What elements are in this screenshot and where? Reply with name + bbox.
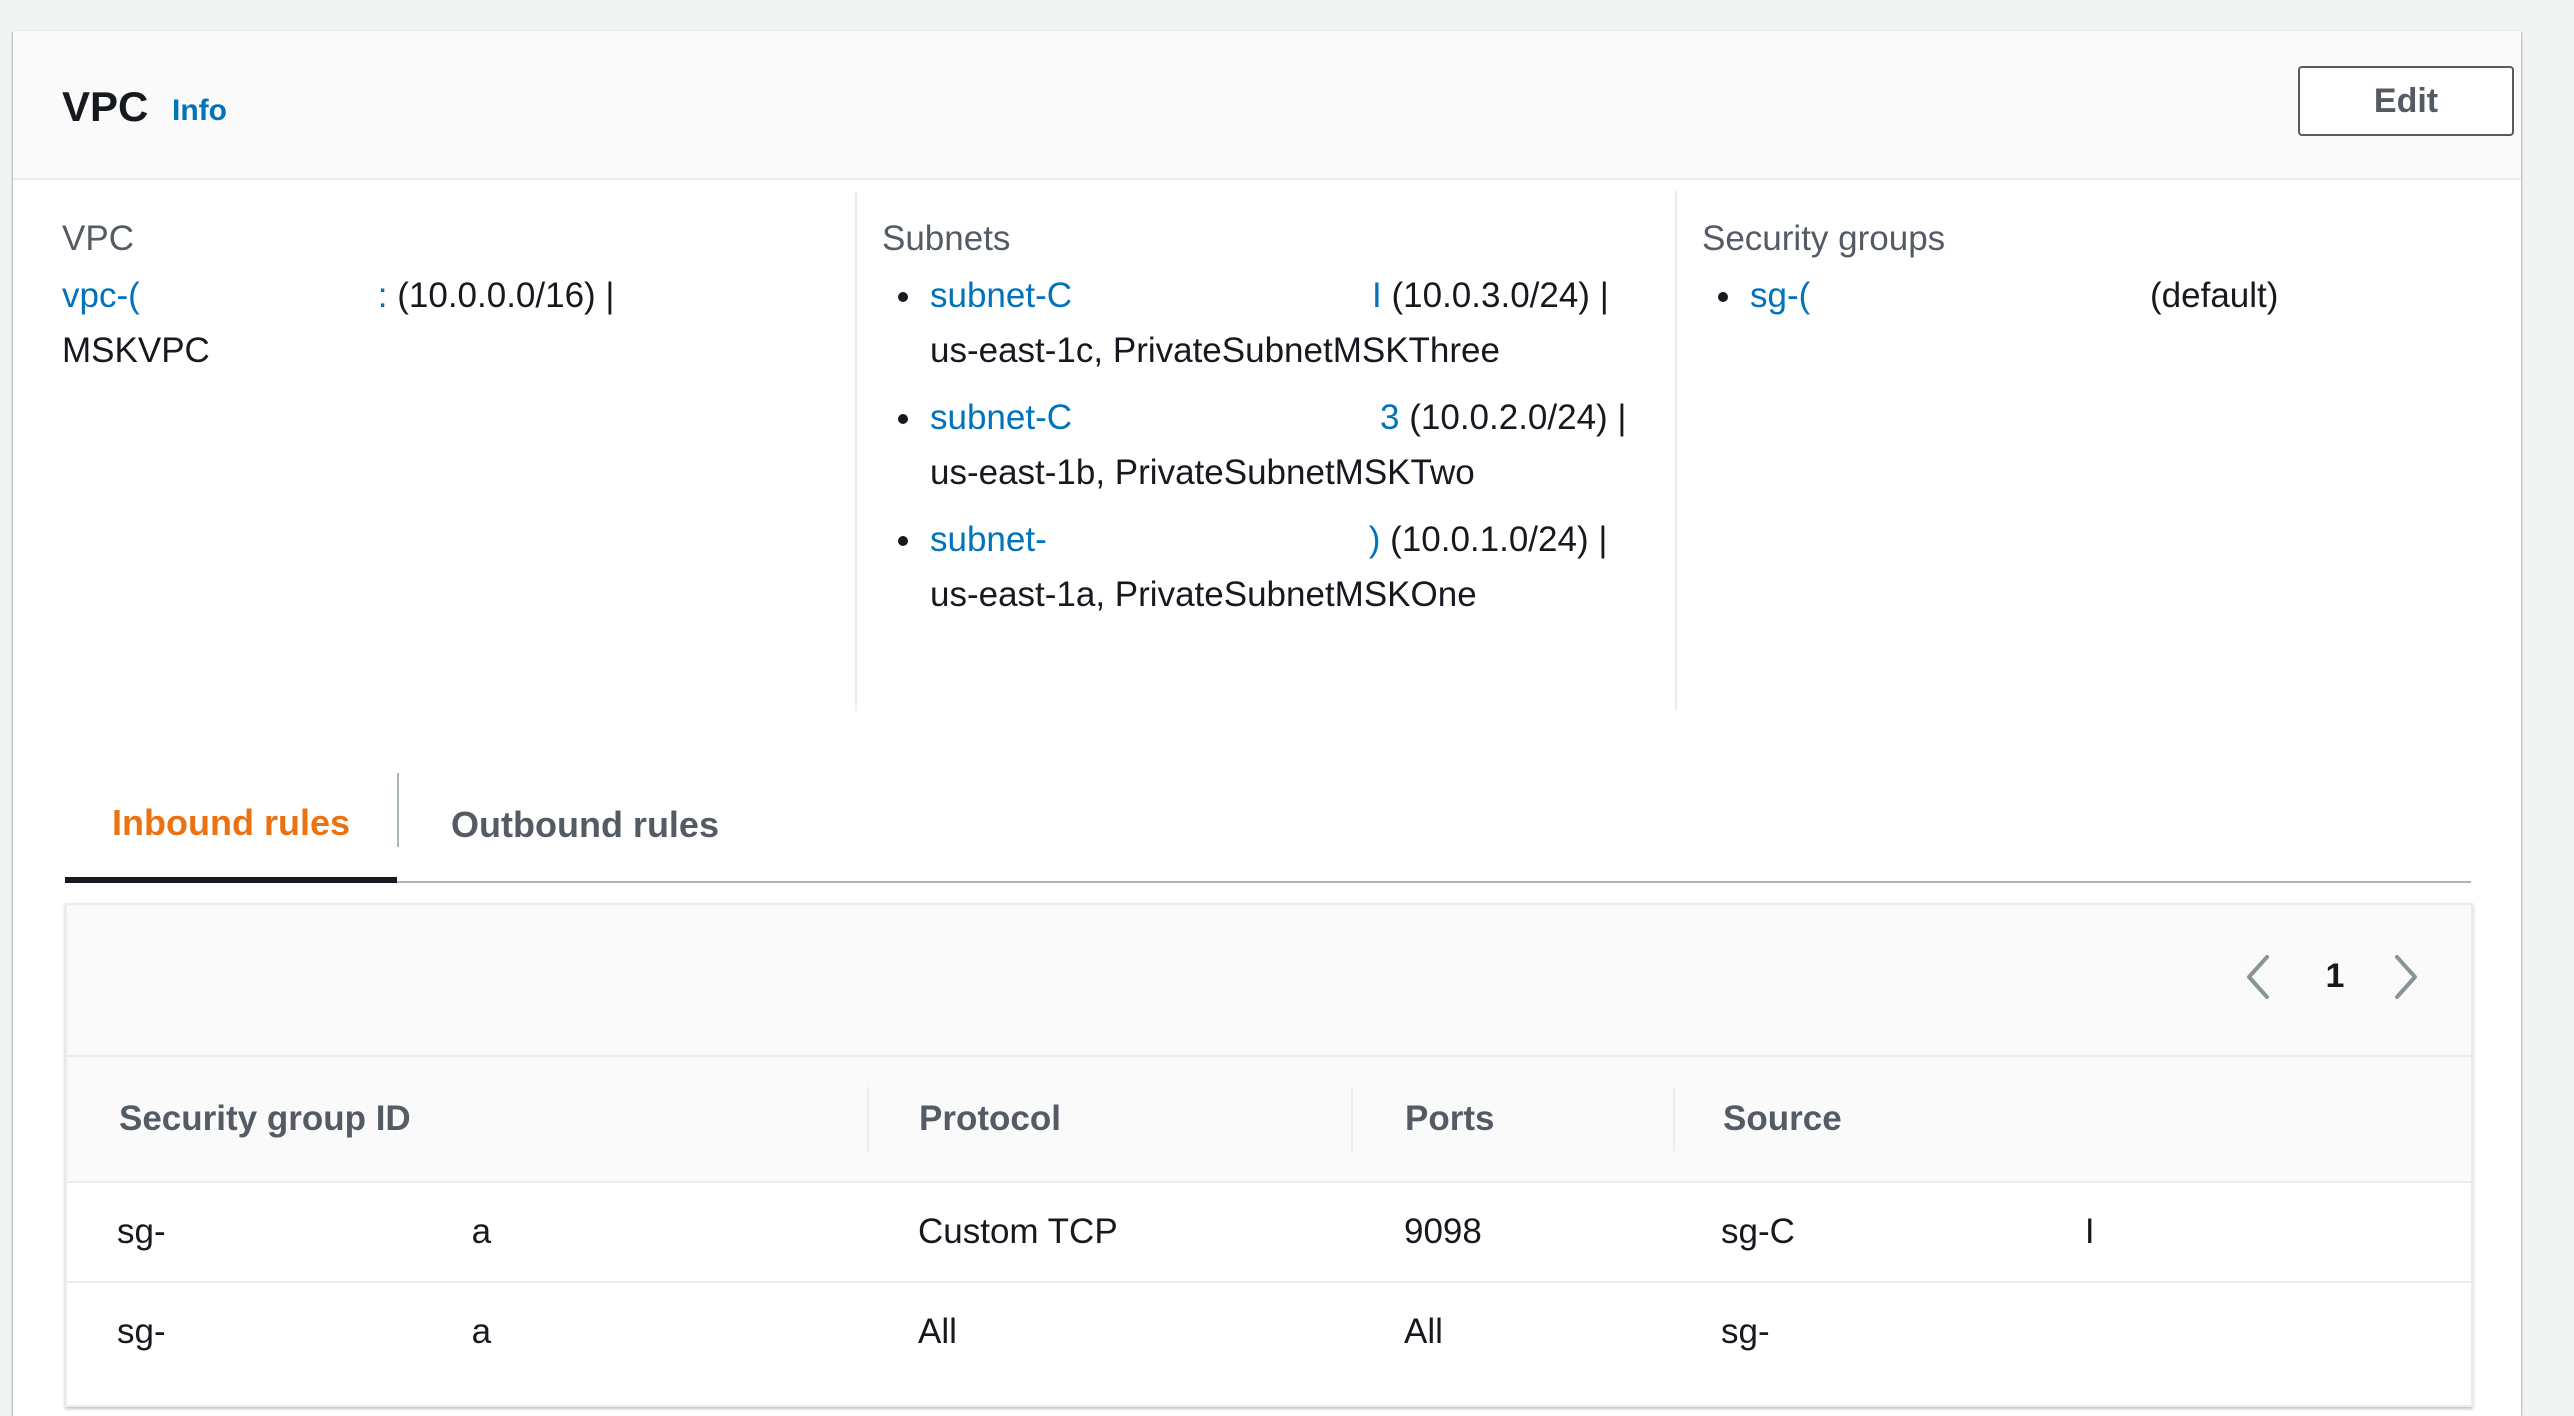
edit-button[interactable]: Edit [2298,66,2514,136]
subnets-label: Subnets [882,219,1011,258]
security-group-item: sg-( (default) [1702,268,2482,323]
vpc-column: VPC vpc-(: (10.0.0.0/16) | MSKVPC [62,221,622,378]
column-separator [1673,1087,1675,1151]
cell-ports: All [1404,1312,1443,1351]
vpc-label: VPC [62,219,134,258]
page-number[interactable]: 1 [2315,957,2355,996]
subnet-cidr: (10.0.2.0/24) | [1409,398,1627,437]
subnet-id-tail[interactable]: 3 [1380,398,1399,437]
subnet-id-link[interactable]: subnet-C [930,276,1072,315]
tab-outbound-rules[interactable]: Outbound rules [399,769,771,881]
panel-title: VPC [62,83,149,130]
inbound-rules-table: 1 Security group ID Protocol Ports Sourc… [65,903,2473,1407]
cell-security-group-id: sg-a [117,1312,492,1351]
column-header-protocol[interactable]: Protocol [919,1057,1061,1181]
vpc-name: MSKVPC [62,331,210,370]
subnet-id-link[interactable]: subnet- [930,520,1047,559]
cell-protocol: Custom TCP [918,1212,1118,1251]
chevron-left-icon[interactable] [2239,949,2279,1005]
column-separator [1351,1087,1353,1151]
security-groups-column: Security groups sg-( (default) [1702,221,2482,323]
subnet-id-tail[interactable]: I [1372,276,1382,315]
subnet-id-link[interactable]: subnet-C [930,398,1072,437]
security-group-id-link[interactable]: sg-( [1750,276,1810,315]
column-header-security-group-id[interactable]: Security group ID [119,1057,411,1181]
table-row: sg-a Custom TCP 9098 sg-C I [67,1183,2471,1283]
column-separator [867,1087,869,1151]
cell-source: sg- [1721,1312,1770,1351]
chevron-right-icon[interactable] [2385,949,2425,1005]
panel-header: VPC Info Edit [13,31,2521,180]
cell-security-group-id: sg-a [117,1212,492,1251]
subnets-column: Subnets subnet-C I (10.0.3.0/24) | us-eas… [882,221,1702,622]
subnet-id-tail[interactable]: ) [1369,520,1381,559]
rules-tabs: Inbound rules Outbound rules [65,769,2471,883]
subnet-item: subnet-C I (10.0.3.0/24) | us-east-1c, Pr… [882,268,1702,378]
vpc-id-link[interactable]: vpc-( [62,276,140,315]
security-groups-label: Security groups [1702,219,1946,258]
table-toolbar: 1 [67,905,2471,1057]
table-header: Security group ID Protocol Ports Source [67,1057,2471,1183]
vpc-value: vpc-(: (10.0.0.0/16) | MSKVPC [62,268,622,378]
table-row: sg-a All All sg- [67,1283,2471,1381]
column-divider [855,191,857,711]
tab-inbound-rules[interactable]: Inbound rules [65,769,397,883]
subnet-detail: us-east-1b, PrivateSubnetMSKTwo [930,453,1475,492]
subnet-list: subnet-C I (10.0.3.0/24) | us-east-1c, Pr… [882,268,1702,622]
column-header-source[interactable]: Source [1723,1057,1842,1181]
column-header-ports[interactable]: Ports [1405,1057,1494,1181]
subnet-item: subnet-) (10.0.1.0/24) | us-east-1a, Pri… [882,512,1702,622]
vpc-id-tail[interactable]: : [378,276,397,315]
security-group-suffix: (default) [2150,276,2279,315]
info-link[interactable]: Info [172,94,227,128]
security-group-list: sg-( (default) [1702,268,2482,323]
cell-ports: 9098 [1404,1212,1482,1251]
cell-protocol: All [918,1312,957,1351]
subnet-detail: us-east-1a, PrivateSubnetMSKOne [930,575,1477,614]
vpc-cidr: (10.0.0.0/16) | [397,276,615,315]
column-divider [1675,191,1677,711]
subnet-detail: us-east-1c, PrivateSubnetMSKThree [930,331,1500,370]
cell-source: sg-C I [1721,1212,2095,1251]
subnet-cidr: (10.0.3.0/24) | [1391,276,1609,315]
subnet-item: subnet-C 3 (10.0.2.0/24) | us-east-1b, Pr… [882,390,1702,500]
vpc-panel: VPC Info Edit VPC vpc-(: (10.0.0.0/16) |… [13,31,2521,1416]
subnet-cidr: (10.0.1.0/24) | [1390,520,1608,559]
